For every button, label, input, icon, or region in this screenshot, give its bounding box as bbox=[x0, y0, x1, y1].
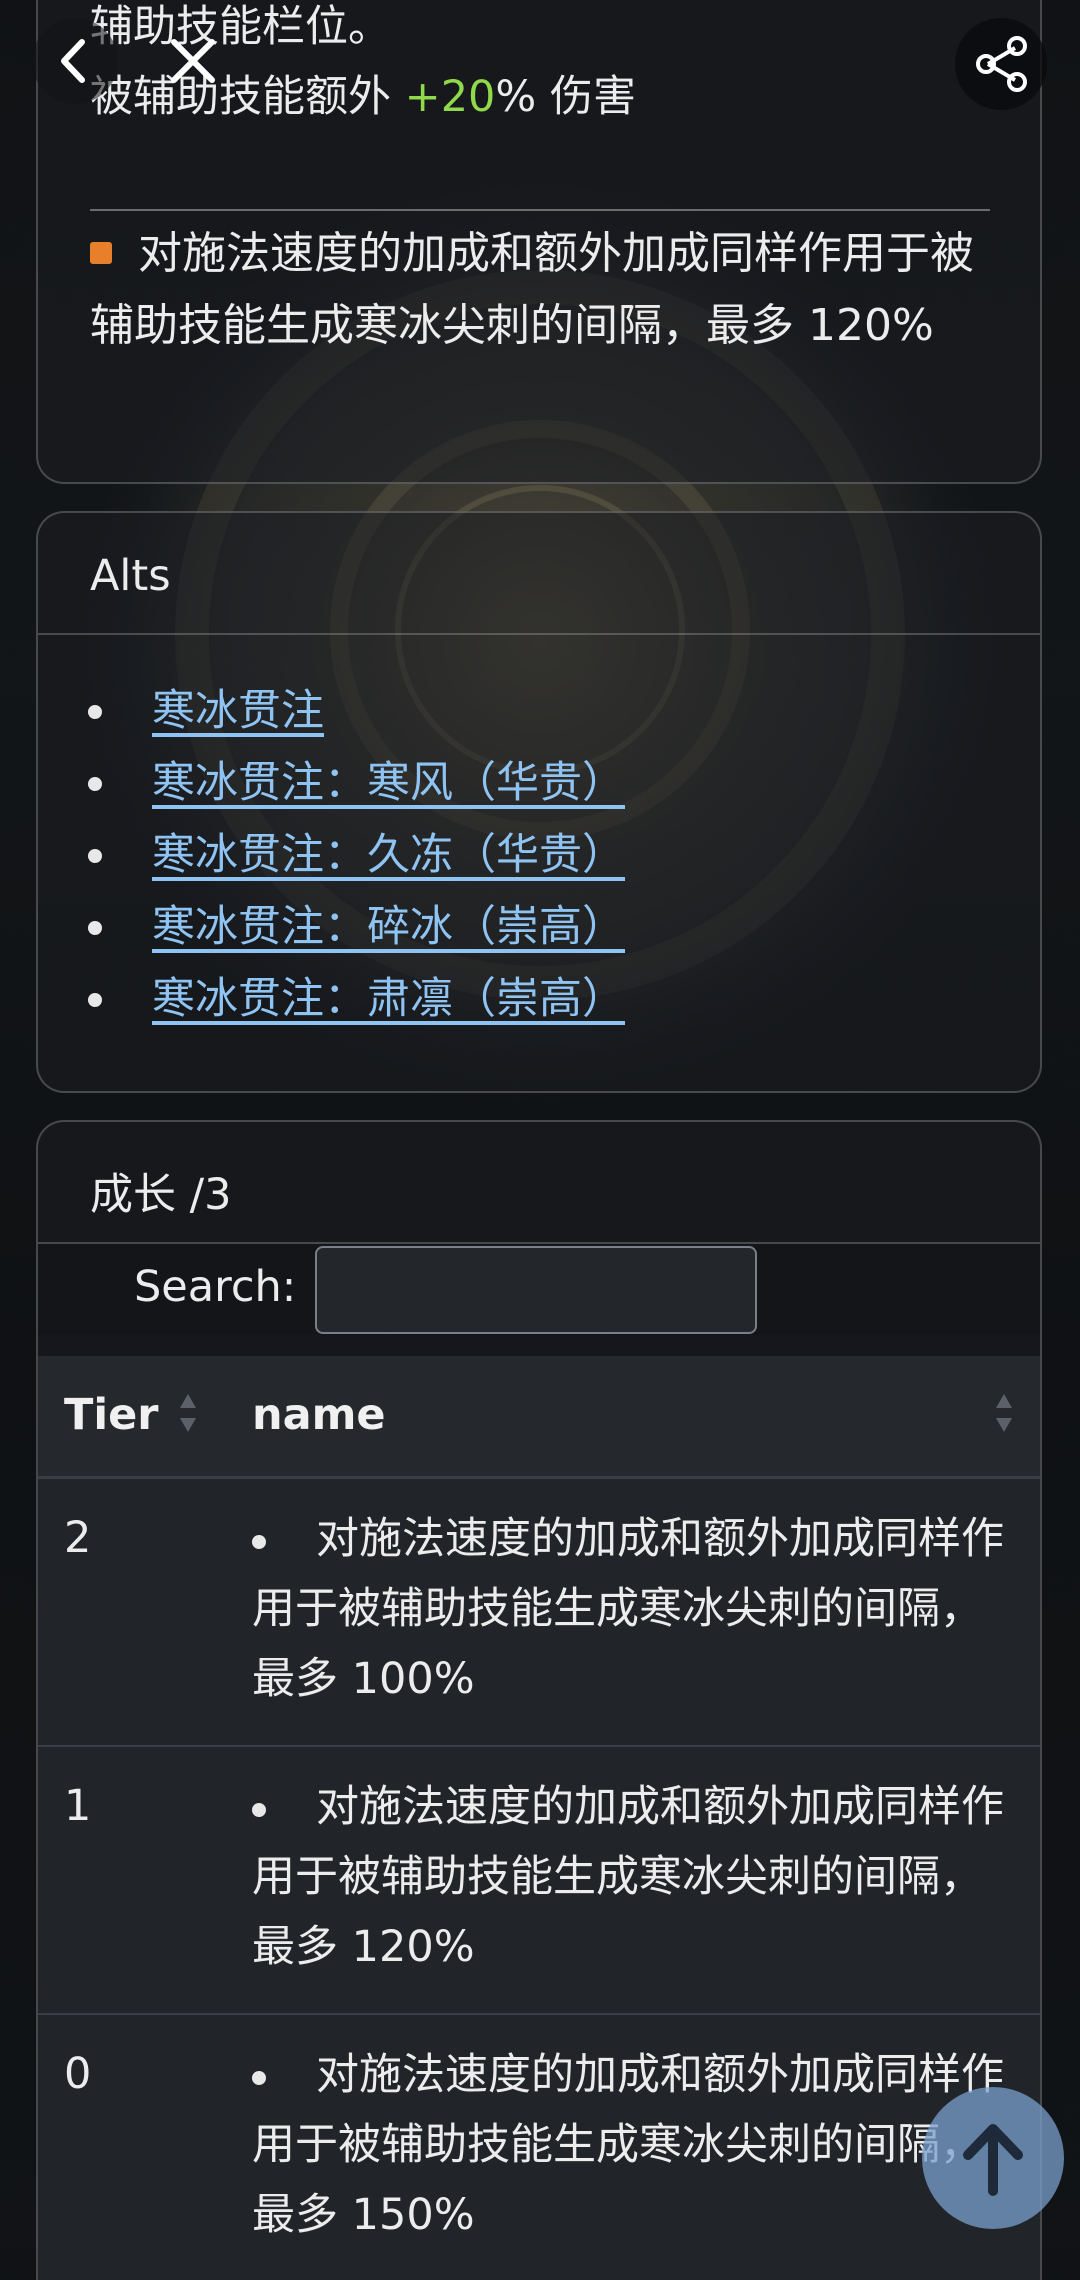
table-search-row: Search: bbox=[38, 1244, 1040, 1334]
back-button[interactable] bbox=[32, 18, 118, 104]
bullet-icon bbox=[88, 849, 102, 863]
growth-card-header: 成长 /3 bbox=[38, 1122, 1040, 1244]
name-cell: 对施法速度的加成和额外加成同样作用于被辅助技能生成寒冰尖刺的间隔，最多 100% bbox=[252, 1514, 1004, 1704]
tier-cell: 0 bbox=[64, 2049, 92, 2099]
alt-link[interactable]: 寒冰贯注 bbox=[152, 675, 324, 747]
growth-table: Tier name 2 对施法速度的加成和额外加成同样作用于被辅助技能生成寒冰尖… bbox=[38, 1356, 1040, 2280]
name-cell: 对施法速度的加成和额外加成同样作用于被辅助技能生成寒冰尖刺的间隔，最多 120% bbox=[252, 1782, 1004, 1972]
column-header-tier[interactable]: Tier bbox=[64, 1390, 158, 1440]
scroll-to-top-button[interactable] bbox=[922, 2087, 1064, 2229]
alt-link[interactable]: 寒冰贯注：久冻（华贵） bbox=[152, 819, 625, 891]
modifier-text: 对施法速度的加成和额外加成同样作用于被辅助技能生成寒冰尖刺的间隔，最多 120% bbox=[90, 228, 974, 351]
growth-card: 成长 /3 Search: Tier name 2 对施法速度的加成和额外加成同… bbox=[36, 1120, 1042, 2280]
alt-link[interactable]: 寒冰贯注：碎冰（崇高） bbox=[152, 891, 625, 963]
alt-link[interactable]: 寒冰贯注：肃凛（崇高） bbox=[152, 963, 625, 1035]
description-line-2-suffix: % 伤害 bbox=[495, 72, 636, 122]
bullet-icon bbox=[88, 777, 102, 791]
sort-icon[interactable] bbox=[180, 1394, 196, 1438]
tier-cell: 2 bbox=[64, 1513, 92, 1563]
table-row: 1 对施法速度的加成和额外加成同样作用于被辅助技能生成寒冰尖刺的间隔，最多 12… bbox=[38, 1747, 1040, 2015]
table-row: 2 对施法速度的加成和额外加成同样作用于被辅助技能生成寒冰尖刺的间隔，最多 10… bbox=[38, 1479, 1040, 1747]
bullet-icon bbox=[88, 993, 102, 1007]
share-icon bbox=[976, 36, 1027, 92]
bullet-icon bbox=[88, 921, 102, 935]
close-icon bbox=[171, 39, 215, 83]
damage-bonus-value: +20 bbox=[404, 72, 496, 122]
column-header-name[interactable]: name bbox=[252, 1390, 386, 1440]
description-line-1: 辅助技能栏位。 bbox=[90, 2, 391, 52]
section-divider bbox=[90, 209, 990, 211]
sort-icon[interactable] bbox=[996, 1394, 1012, 1438]
alts-card: Alts 寒冰贯注 寒冰贯注：寒风（华贵） 寒冰贯注：久冻（华贵） 寒冰贯注：碎… bbox=[36, 511, 1042, 1093]
alt-link[interactable]: 寒冰贯注：寒风（华贵） bbox=[152, 747, 625, 819]
growth-title: 成长 /3 bbox=[90, 1170, 232, 1220]
table-header: Tier name bbox=[38, 1356, 1040, 1479]
arrow-up-icon bbox=[963, 2124, 1023, 2196]
bullet-icon bbox=[88, 705, 102, 719]
name-cell: 对施法速度的加成和额外加成同样作用于被辅助技能生成寒冰尖刺的间隔，最多 150% bbox=[252, 2050, 1004, 2240]
chevron-left-icon bbox=[61, 39, 85, 83]
tier-cell: 1 bbox=[64, 1781, 92, 1831]
search-input[interactable] bbox=[315, 1246, 757, 1334]
alts-card-header: Alts bbox=[38, 513, 1040, 635]
alts-title: Alts bbox=[90, 551, 171, 601]
close-button[interactable] bbox=[150, 18, 236, 104]
description-line-2-prefix: 被辅助技能额外 bbox=[90, 72, 405, 122]
table-row: 0 对施法速度的加成和额外加成同样作用于被辅助技能生成寒冰尖刺的间隔，最多 15… bbox=[38, 2015, 1040, 2280]
search-label: Search: bbox=[134, 1262, 297, 1312]
share-button[interactable] bbox=[955, 18, 1047, 110]
